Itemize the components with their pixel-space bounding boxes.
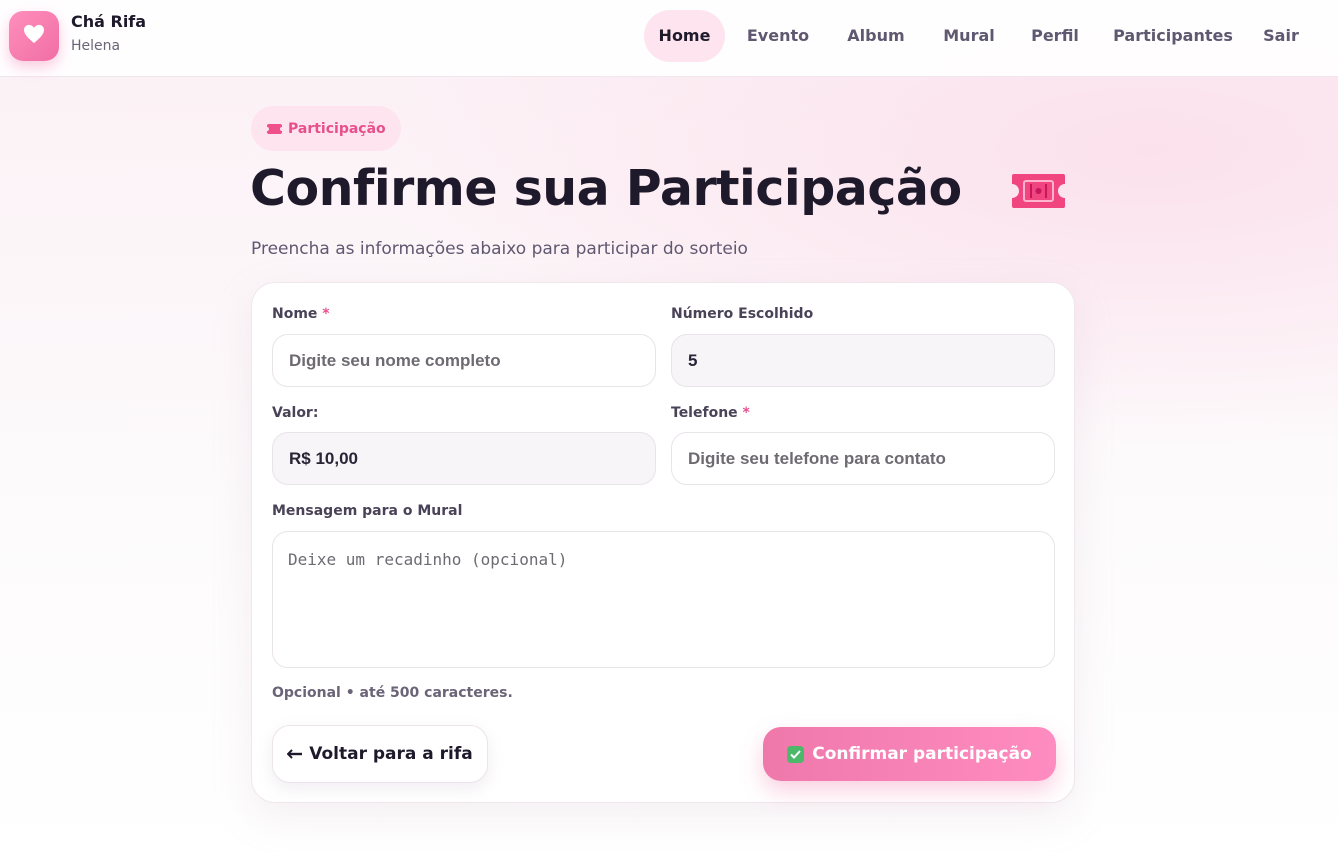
top-header: Chá Rifa Helena Home Evento Album Mural … [0,0,1338,77]
mensagem-label: Mensagem para o Mural [272,503,463,519]
brand-logo[interactable] [9,11,59,61]
numero-escolhido-field [671,334,1055,387]
required-mark: * [322,306,330,322]
confirm-button-label: Confirmar participação [812,744,1032,764]
telefone-input[interactable] [671,432,1055,485]
nome-label: Nome * [272,306,330,322]
telefone-label-text: Telefone [671,405,738,421]
nav-home[interactable]: Home [644,10,725,62]
page-subtitle: Preencha as informações abaixo para part… [251,239,748,259]
nav-album[interactable]: Album [836,10,916,62]
section-badge: Participação [251,106,401,151]
mensagem-textarea[interactable] [272,531,1055,668]
numero-label: Número Escolhido [671,306,814,322]
nav-perfil[interactable]: Perfil [1024,10,1086,62]
back-to-raffle-button[interactable]: Voltar para a rifa [272,725,488,783]
nav-evento[interactable]: Evento [739,10,817,62]
heart-icon [23,24,45,48]
ticket-icon [1010,172,1067,214]
nav-sair[interactable]: Sair [1258,10,1304,62]
nav-participantes[interactable]: Participantes [1110,10,1236,62]
nome-label-text: Nome [272,306,318,322]
telefone-label: Telefone * [671,405,750,421]
required-mark: * [742,405,750,421]
confirm-participation-button[interactable]: Confirmar participação [763,727,1056,781]
arrow-left-icon [286,744,303,764]
page-title: Confirme sua Participação [250,160,962,217]
back-button-label: Voltar para a rifa [309,744,473,764]
check-icon [787,745,805,763]
mensagem-hint: Opcional • até 500 caracteres. [272,685,513,701]
valor-label: Valor: [272,405,319,421]
brand-subtitle: Helena [71,38,121,54]
nav-mural[interactable]: Mural [932,10,1006,62]
badge-label: Participação [288,120,386,137]
brand-name: Chá Rifa [71,12,147,31]
ticket-icon [265,119,284,138]
nome-input[interactable] [272,334,656,387]
participation-form-card: Nome * Número Escolhido Valor: Telefone … [251,282,1075,803]
valor-field [272,432,656,485]
